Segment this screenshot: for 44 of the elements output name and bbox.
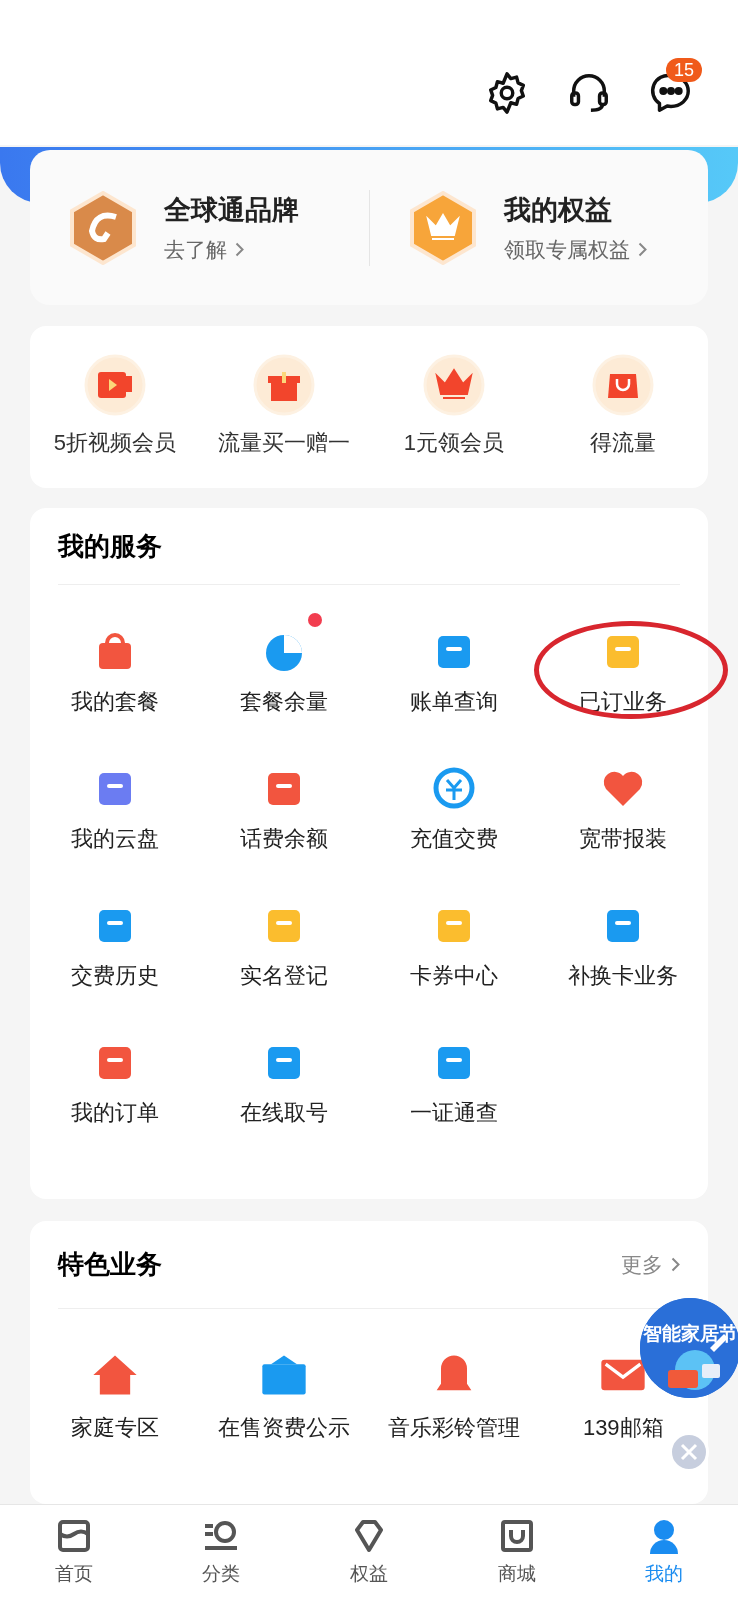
promo-item[interactable]: 1元领会员: [369, 354, 539, 460]
feature-item[interactable]: 音乐彩铃管理: [369, 1349, 539, 1444]
gift-box-icon: [253, 354, 316, 417]
crown-icon: [422, 354, 485, 417]
feature-item[interactable]: 家庭专区: [30, 1349, 200, 1444]
promo-item[interactable]: 流量买一赠一: [199, 354, 369, 460]
ad-title: 智能家居节: [642, 1322, 738, 1346]
promo-item[interactable]: 5折视频会员: [30, 354, 200, 460]
service-item[interactable]: 套餐余量: [240, 607, 329, 718]
section-title: 我的服务: [58, 529, 162, 563]
nav-tab[interactable]: 商城: [442, 1516, 591, 1589]
brand-logo-icon: [68, 190, 138, 265]
nav-tab[interactable]: 权益: [295, 1516, 443, 1589]
chevron-right-icon: [235, 242, 244, 258]
service-item[interactable]: 在线取号: [240, 1018, 329, 1129]
service-item[interactable]: 交费历史: [70, 881, 159, 992]
brand-title: 全球通品牌: [164, 193, 299, 227]
feature-item[interactable]: 在售资费公示: [199, 1349, 369, 1444]
shopping-bag-icon: [592, 354, 655, 417]
message-count-badge: 15: [666, 58, 703, 82]
section-title: 特色业务: [58, 1248, 162, 1281]
service-item[interactable]: 一证通查: [409, 1018, 498, 1129]
promo-item[interactable]: 得流量: [538, 354, 708, 460]
brand-link[interactable]: 领取专属权益: [503, 234, 647, 266]
service-item[interactable]: 宽带报装: [579, 744, 668, 855]
nav-tab[interactable]: 首页: [0, 1516, 148, 1589]
service-item[interactable]: 卡券中心: [409, 881, 498, 992]
chevron-right-icon: [671, 1257, 680, 1272]
service-item[interactable]: 话费余额: [240, 744, 329, 855]
more-link[interactable]: 更多: [621, 1248, 680, 1281]
chevron-right-icon: [637, 242, 647, 258]
service-item[interactable]: 实名登记: [240, 881, 329, 992]
nav-tab[interactable]: 分类: [147, 1516, 296, 1589]
service-item[interactable]: 我的云盘: [70, 744, 159, 855]
service-item[interactable]: 账单查询: [409, 607, 498, 718]
crown-icon: [407, 190, 478, 265]
service-item[interactable]: 补换卡业务: [568, 881, 679, 992]
close-icon: [679, 1442, 699, 1462]
service-item[interactable]: 我的订单: [70, 1018, 159, 1129]
brand-link[interactable]: 去了解: [164, 234, 299, 266]
service-item[interactable]: 我的套餐: [70, 607, 159, 718]
video-icon: [83, 354, 146, 417]
service-item[interactable]: 充值交费: [409, 744, 498, 855]
brand-title: 我的权益: [503, 193, 613, 227]
